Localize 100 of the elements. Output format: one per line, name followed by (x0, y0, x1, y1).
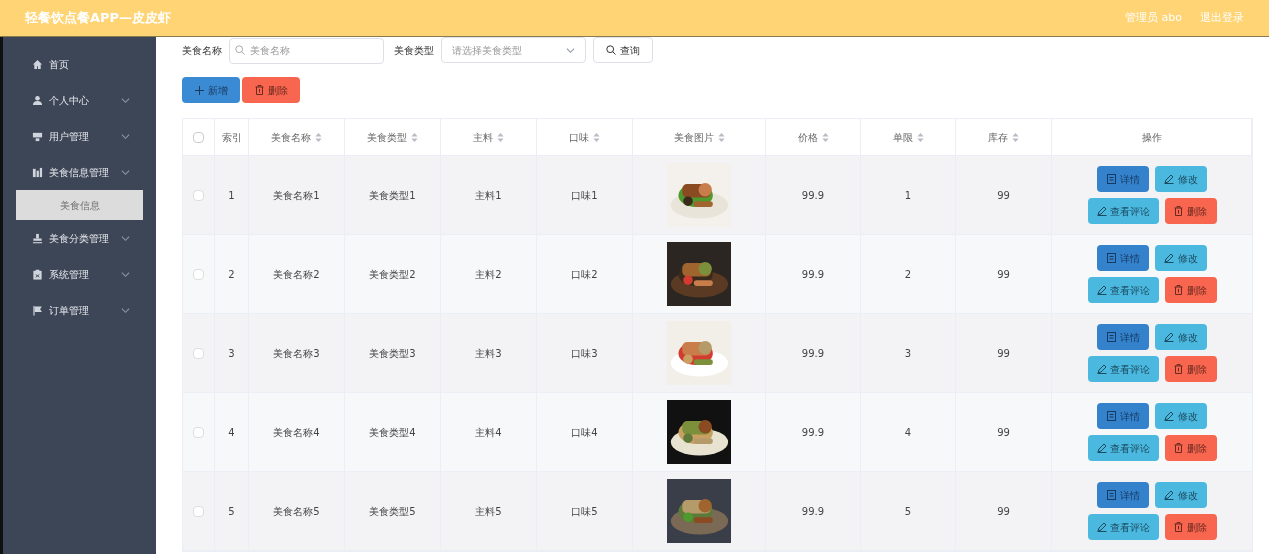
column-header[interactable]: 操作 (1052, 119, 1252, 155)
flag-icon (32, 304, 43, 316)
edit-button[interactable]: 修改 (1155, 403, 1207, 429)
table-cell: 99 (956, 314, 1052, 392)
pencil-icon (1164, 332, 1174, 342)
table-cell: 99.9 (766, 314, 861, 392)
document-icon (1106, 490, 1116, 500)
view-comments-button[interactable]: 查看评论 (1087, 356, 1159, 382)
submenu-item[interactable]: 美食信息 (16, 190, 143, 220)
checkbox[interactable] (193, 505, 204, 517)
delete-button[interactable]: 删除 (1164, 356, 1217, 382)
delete-button[interactable]: 删除 (1164, 277, 1217, 303)
checkbox[interactable] (193, 347, 204, 359)
column-header[interactable]: 主料 (441, 119, 537, 155)
table-cell: 2 (861, 235, 956, 313)
table-cell: 5 (861, 472, 956, 550)
table-cell: 口味5 (537, 472, 633, 550)
view-comments-button[interactable]: 查看评论 (1087, 198, 1159, 224)
table-cell: 1 (215, 156, 249, 234)
view-comments-button[interactable]: 查看评论 (1087, 277, 1159, 303)
app-title: 轻餐饮点餐APP—皮皮虾 (25, 9, 172, 28)
checkbox[interactable] (193, 131, 204, 143)
table-cell: 主料3 (441, 314, 537, 392)
column-header[interactable]: 索引 (215, 119, 249, 155)
detail-button[interactable]: 详情 (1097, 324, 1149, 350)
delete-button[interactable]: 删除 (1164, 435, 1217, 461)
bar-chart-icon (32, 166, 43, 178)
menu-item[interactable]: 个人中心 (3, 82, 156, 118)
delete-button[interactable]: 删除 (1164, 198, 1217, 224)
field-label: 美食名称 (182, 43, 222, 58)
pencil-icon (1164, 490, 1174, 500)
trash-icon (254, 85, 264, 95)
table-cell: 美食类型2 (345, 235, 441, 313)
column-header[interactable]: 库存 (956, 119, 1052, 155)
delete-button[interactable]: 删除 (1164, 514, 1217, 540)
detail-button[interactable]: 详情 (1097, 482, 1149, 508)
column-header[interactable]: 口味 (537, 119, 633, 155)
delete-button[interactable]: 删除 (242, 77, 300, 103)
table-cell: 99.9 (766, 393, 861, 471)
user-icon (32, 94, 43, 106)
card-icon (32, 130, 43, 142)
add-button[interactable]: 新增 (182, 77, 240, 103)
view-comments-button[interactable]: 查看评论 (1087, 514, 1159, 540)
trash-icon (1174, 522, 1183, 532)
chevron-icon (566, 45, 575, 55)
table-cell: 4 (215, 393, 249, 471)
table-cell: 99.9 (766, 156, 861, 234)
checkbox[interactable] (193, 189, 204, 201)
column-header[interactable]: 单限 (861, 119, 956, 155)
pencil-icon (1096, 443, 1107, 453)
table-cell: 口味2 (537, 235, 633, 313)
edit-button[interactable]: 修改 (1155, 324, 1207, 350)
menu-item[interactable]: 订单管理 (3, 292, 156, 328)
edit-button[interactable]: 修改 (1155, 482, 1207, 508)
menu-item[interactable]: 美食分类管理 (3, 220, 156, 256)
search-icon (606, 45, 616, 55)
table-cell: 美食类型4 (345, 393, 441, 471)
detail-button[interactable]: 详情 (1097, 245, 1149, 271)
pencil-icon (1096, 206, 1107, 216)
menu-item[interactable]: 美食信息管理 (3, 154, 156, 190)
table-cell: 口味3 (537, 314, 633, 392)
column-header[interactable]: 价格 (766, 119, 861, 155)
table-cell: 4 (861, 393, 956, 471)
menu-item[interactable]: 首页 (3, 46, 156, 82)
edit-button[interactable]: 修改 (1155, 166, 1207, 192)
menu-item[interactable]: 系统管理 (3, 256, 156, 292)
table-cell: 美食类型3 (345, 314, 441, 392)
checkbox[interactable] (193, 268, 204, 280)
table-cell: 美食名称5 (249, 472, 345, 550)
table-cell: 美食名称4 (249, 393, 345, 471)
table-cell: 99.9 (766, 472, 861, 550)
column-header[interactable]: 美食名称 (249, 119, 345, 155)
column-header[interactable]: 美食图片 (633, 119, 766, 155)
type-select[interactable]: 请选择美食类型 (441, 37, 586, 63)
trash-icon (1174, 364, 1183, 374)
menu-item[interactable]: 用户管理 (3, 118, 156, 154)
pencil-icon (1164, 174, 1174, 184)
clipboard-icon (32, 268, 43, 280)
user-label: 管理员 abo (1125, 9, 1182, 26)
table-cell: 美食类型5 (345, 472, 441, 550)
trash-icon (1174, 206, 1183, 216)
table-cell: 99.9 (766, 235, 861, 313)
view-comments-button[interactable]: 查看评论 (1087, 435, 1159, 461)
search-button[interactable]: 查询 (593, 37, 653, 63)
edit-button[interactable]: 修改 (1155, 245, 1207, 271)
checkbox[interactable] (193, 426, 204, 438)
table-cell: 99 (956, 156, 1052, 234)
table-cell: 口味4 (537, 393, 633, 471)
name-input[interactable]: 美食名称 (229, 37, 384, 64)
pencil-icon (1096, 285, 1107, 295)
table-cell: 美食类型1 (345, 156, 441, 234)
pencil-icon (1164, 253, 1174, 263)
detail-button[interactable]: 详情 (1097, 403, 1149, 429)
table-cell: 99 (956, 393, 1052, 471)
trash-icon (1174, 285, 1183, 295)
detail-button[interactable]: 详情 (1097, 166, 1149, 192)
plus-icon (194, 85, 204, 95)
column-header[interactable]: 美食类型 (345, 119, 441, 155)
trash-icon (1174, 443, 1183, 453)
pencil-icon (1096, 364, 1107, 374)
